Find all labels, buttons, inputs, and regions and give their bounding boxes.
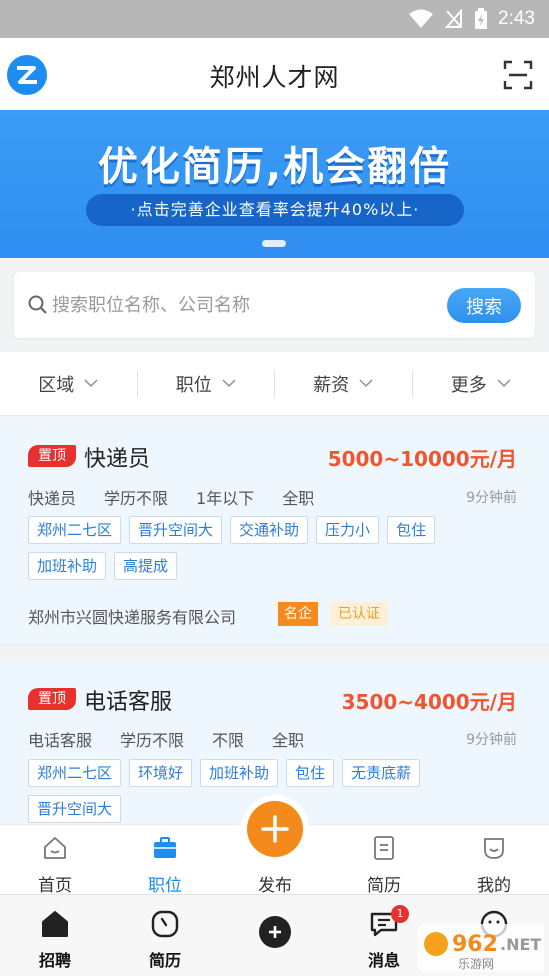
nav-add[interactable] — [220, 895, 330, 976]
job-tag: 交通补助 — [230, 516, 309, 544]
wifi-icon — [409, 9, 434, 28]
battery-charging-icon — [475, 8, 488, 29]
filter-label: 区域 — [38, 374, 75, 396]
chevron-down-icon — [497, 379, 511, 388]
job-tag: 压力小 — [316, 516, 380, 544]
post-time: 9分钟前 — [466, 732, 517, 748]
job-category: 快递员 — [28, 489, 77, 508]
job-tag: 加班补助 — [28, 552, 107, 580]
job-category: 电话客服 — [28, 731, 93, 750]
job-tag: 郑州二七区 — [28, 516, 122, 544]
job-salary: 5000~10000元/月 — [327, 447, 517, 471]
nav-label: 简历 — [148, 951, 181, 970]
filter-area[interactable]: 区域 — [0, 370, 137, 398]
job-card[interactable]: 置顶 快递员 5000~10000元/月 快递员 学历不限 1年以下 全职 9分… — [0, 417, 549, 645]
nav-resume[interactable]: 简历 — [110, 895, 220, 976]
job-tag: 加班补助 — [200, 759, 279, 787]
chevron-down-icon — [84, 379, 98, 388]
page-title: 郑州人才网 — [209, 63, 340, 92]
post-time: 9分钟前 — [466, 490, 517, 506]
plus-circle-icon — [259, 916, 291, 948]
job-type: 全职 — [272, 731, 305, 750]
job-tag: 高提成 — [114, 552, 178, 580]
job-tag: 包住 — [387, 516, 436, 544]
search-card: 搜索 — [14, 272, 535, 338]
nav-label: 招聘 — [38, 951, 71, 970]
svg-text:962: 962 — [452, 932, 498, 957]
job-tag: 包住 — [286, 759, 335, 787]
job-title: 快递员 — [84, 447, 151, 472]
search-input[interactable] — [52, 288, 442, 322]
search-button[interactable]: 搜索 — [447, 288, 521, 323]
filter-salary[interactable]: 薪资 — [274, 369, 412, 398]
company-name[interactable]: 郑州市兴圆快递服务有限公司 — [28, 604, 236, 628]
job-type: 全职 — [282, 489, 315, 508]
svg-text:乐游网: 乐游网 — [458, 957, 494, 971]
banner-subtitle: ·点击完善企业查看率会提升40%以上· — [86, 194, 464, 226]
tab-label: 发布 — [258, 876, 292, 896]
job-tags: 郑州二七区 环境好 加班补助 包住 无责底薪 — [28, 759, 421, 787]
tab-positions[interactable]: 职位 — [110, 825, 220, 896]
tab-resume[interactable]: 简历 — [329, 825, 439, 896]
no-signal-icon — [444, 9, 463, 28]
briefcase-icon — [154, 837, 176, 858]
job-tag: 晋升空间大 — [129, 516, 223, 544]
pinned-badge: 置顶 — [28, 688, 76, 710]
job-tags: 郑州二七区 晋升空间大 交通补助 压力小 包住 — [28, 516, 436, 544]
search-icon — [28, 295, 47, 314]
job-tag: 无责底薪 — [342, 759, 421, 787]
filter-bar: 区域 职位 薪资 更多 — [0, 352, 549, 416]
publish-button[interactable] — [247, 801, 303, 857]
smile-icon — [484, 838, 504, 859]
job-tags: 晋升空间大 — [28, 795, 122, 823]
job-meta: 快递员 学历不限 1年以下 全职 — [28, 485, 314, 509]
filter-label: 更多 — [450, 374, 487, 396]
job-salary: 3500~4000元/月 — [341, 690, 517, 714]
chevron-down-icon — [359, 379, 373, 388]
tab-mine[interactable]: 我的 — [439, 825, 549, 896]
svg-text:.NET: .NET — [500, 935, 541, 954]
verified-badge: 已认证 — [330, 602, 388, 626]
nav-recruit[interactable]: 招聘 — [0, 895, 110, 976]
filter-label: 薪资 — [313, 374, 350, 396]
status-time: 2:43 — [498, 8, 535, 29]
job-education: 学历不限 — [104, 489, 169, 508]
home-icon — [44, 837, 66, 859]
filter-label: 职位 — [175, 374, 212, 396]
job-tag: 环境好 — [129, 759, 193, 787]
scan-icon[interactable] — [503, 60, 533, 90]
job-experience: 1年以下 — [196, 489, 255, 508]
tab-label: 我的 — [477, 876, 511, 896]
tab-label: 简历 — [367, 876, 401, 896]
watermark-logo: 962 .NET 乐游网 — [418, 924, 544, 972]
job-tags: 加班补助 高提成 — [28, 552, 178, 580]
app-header: 郑州人才网 — [0, 38, 549, 110]
job-experience: 不限 — [212, 731, 245, 750]
unread-badge: 1 — [391, 905, 409, 923]
pinned-badge: 置顶 — [28, 445, 76, 467]
status-icons: 2:43 — [408, 6, 535, 32]
filter-more[interactable]: 更多 — [411, 369, 549, 398]
job-education: 学历不限 — [120, 731, 185, 750]
promo-banner[interactable]: 优化简历,机会翻倍 ·点击完善企业查看率会提升40%以上· — [0, 110, 549, 258]
chevron-down-icon — [222, 379, 236, 388]
tab-home[interactable]: 首页 — [0, 825, 110, 896]
clock-icon — [151, 910, 179, 938]
job-tag: 郑州二七区 — [28, 759, 122, 787]
document-icon — [374, 836, 394, 860]
job-tag: 晋升空间大 — [28, 795, 122, 823]
filter-position[interactable]: 职位 — [136, 369, 275, 398]
plus-icon — [261, 815, 289, 843]
tab-label: 首页 — [38, 876, 72, 896]
house-icon — [42, 911, 68, 937]
banner-pager-dot — [262, 240, 286, 247]
job-meta: 电话客服 学历不限 不限 全职 — [28, 727, 304, 751]
job-title: 电话客服 — [84, 690, 173, 715]
status-bar: 2:43 — [0, 0, 549, 38]
tab-label: 职位 — [148, 876, 182, 896]
banner-title: 优化简历,机会翻倍 — [97, 144, 452, 190]
famous-company-badge: 名企 — [278, 602, 318, 626]
